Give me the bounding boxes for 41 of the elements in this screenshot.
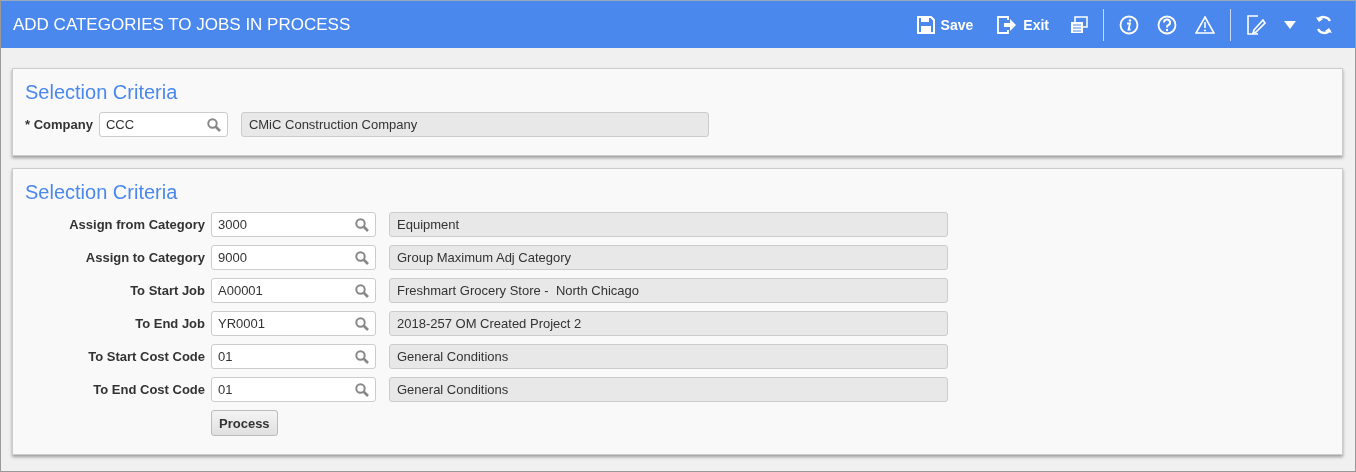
lookup-field[interactable]: CCC [98, 112, 228, 137]
lookup-field[interactable]: 9000 [211, 245, 376, 270]
save-icon [916, 15, 935, 34]
field-label: Assign to Category [85, 250, 205, 265]
process-button[interactable]: Process [211, 410, 278, 436]
search-icon[interactable] [355, 349, 369, 364]
field-label: To End Cost Code [93, 382, 205, 397]
print-icon[interactable] [1070, 15, 1088, 34]
description-field: CMiC Construction Company [240, 112, 709, 137]
exit-icon [997, 15, 1018, 34]
field-label: To End Job [135, 316, 205, 331]
field-label: To Start Job [130, 283, 205, 298]
search-icon[interactable] [355, 217, 369, 232]
search-icon[interactable] [355, 250, 369, 265]
search-icon[interactable] [355, 316, 369, 331]
lookup-field[interactable]: 01 [211, 344, 376, 369]
description-field: General Conditions [389, 344, 948, 369]
window-title: ADD CATEGORIES TO JOBS IN PROCESS [13, 14, 352, 35]
refresh-icon[interactable] [1314, 14, 1334, 35]
section-title: Selection Criteria [25, 181, 178, 204]
lookup-field[interactable]: A00001 [211, 278, 376, 303]
warning-icon[interactable] [1195, 15, 1215, 34]
search-icon[interactable] [355, 382, 369, 397]
edit-icon[interactable] [1246, 14, 1266, 35]
search-icon[interactable] [206, 117, 221, 132]
description-field: 2018-257 OM Created Project 2 [389, 311, 948, 336]
field-label: Assign from Category [69, 217, 205, 232]
description-field: Freshmart Grocery Store - North Chicago [389, 278, 948, 303]
lookup-field[interactable]: YR0001 [211, 311, 376, 336]
info-icon[interactable] [1119, 14, 1139, 35]
field-label: To Start Cost Code [88, 349, 205, 364]
search-icon[interactable] [355, 283, 369, 298]
lookup-field[interactable]: 3000 [211, 212, 376, 237]
description-field: Equipment [389, 212, 948, 237]
section-title: Selection Criteria [25, 81, 178, 104]
description-field: Group Maximum Adj Category [389, 245, 948, 270]
lookup-field[interactable]: 01 [211, 377, 376, 402]
help-icon[interactable] [1157, 14, 1177, 35]
description-field: General Conditions [389, 377, 948, 402]
caret-icon[interactable] [1284, 20, 1296, 29]
field-label: * Company [25, 117, 93, 132]
